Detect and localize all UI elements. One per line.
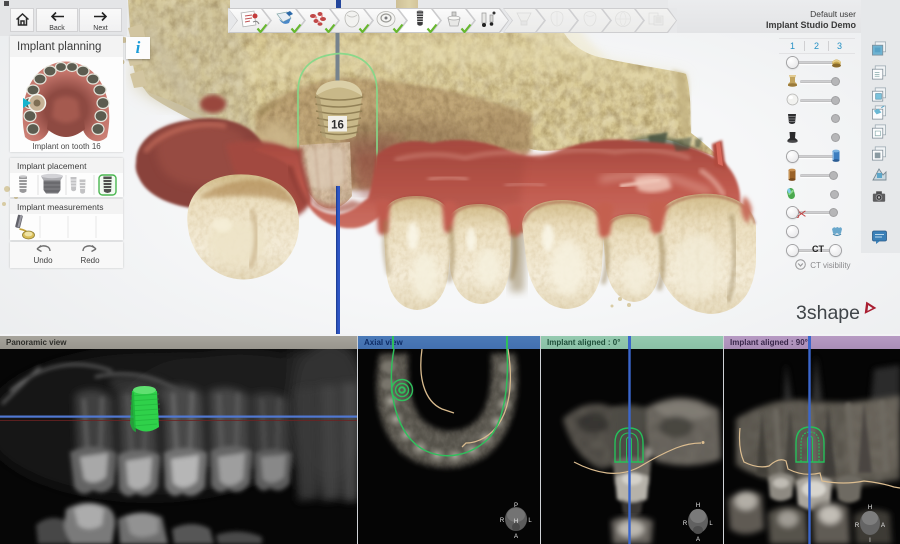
svg-text:Redo: Redo [80,256,100,265]
svg-text:A: A [696,537,700,543]
svg-text:16: 16 [331,120,344,132]
svg-text:R: R [500,518,505,524]
svg-text:Undo: Undo [33,256,53,265]
svg-text:H: H [514,519,518,525]
svg-text:R: R [855,523,860,529]
svg-text:P: P [514,503,518,509]
svg-text:A: A [514,534,518,540]
svg-text:H: H [696,503,700,509]
svg-text:A: A [881,523,885,529]
svg-text:R: R [683,521,688,527]
svg-text:H: H [868,505,872,511]
